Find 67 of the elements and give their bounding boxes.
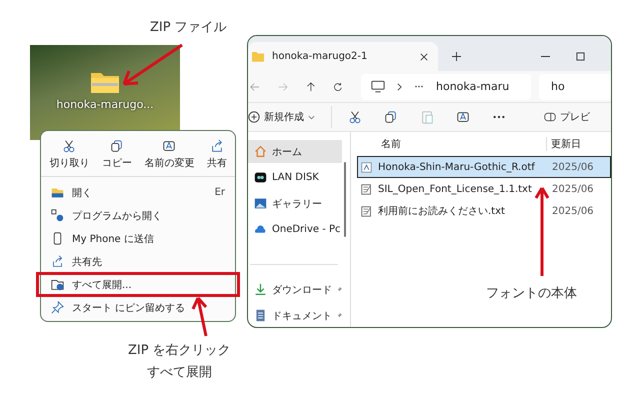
rename-icon xyxy=(162,139,176,153)
zip-folder-icon[interactable] xyxy=(90,70,120,94)
search-field[interactable]: ho xyxy=(539,74,611,100)
column-header[interactable]: 名前 xyxy=(357,137,546,151)
arrow xyxy=(122,44,184,86)
more-icon xyxy=(414,85,424,88)
text-file-icon xyxy=(361,184,372,194)
drive-icon xyxy=(254,171,267,184)
tab-title: honoka-marugo2-1 xyxy=(272,51,368,62)
annotation-text: ZIP ファイル xyxy=(150,19,227,36)
menu-action[interactable]: 切り取り xyxy=(47,137,92,172)
column-header[interactable]: 更新日 xyxy=(546,137,581,151)
annotation-text: ZIP を右クリック すべて展開 xyxy=(128,342,231,382)
new-tab-icon[interactable] xyxy=(452,52,461,61)
document-icon xyxy=(254,309,267,322)
share-icon xyxy=(210,139,224,153)
plus-circle-icon xyxy=(248,111,260,124)
annotation-text: フォントの本体 xyxy=(486,285,577,302)
file-row[interactable]: 利用前にお読みください.txt 2025/06 xyxy=(357,200,611,222)
menu-action[interactable]: コピー xyxy=(100,137,134,172)
monitor-icon xyxy=(371,80,385,94)
sidebar-item[interactable]: ギャラリー xyxy=(248,192,342,215)
arrow xyxy=(192,296,208,338)
rename-icon[interactable] xyxy=(456,110,470,124)
preview-button[interactable]: プレビ xyxy=(544,110,590,124)
folder-icon xyxy=(252,51,264,62)
new-button[interactable]: 新規作成 xyxy=(248,110,315,124)
download-icon xyxy=(254,283,267,296)
file-row[interactable]: SIL_Open_Font_License_1.1.txt 2025/06 xyxy=(357,178,611,200)
menu-item[interactable]: プログラムから開く xyxy=(41,204,235,227)
phone-icon xyxy=(51,232,64,245)
scissors-icon xyxy=(62,139,76,153)
scissors-icon[interactable] xyxy=(348,110,362,124)
sidebar-item[interactable]: ドキュメント xyxy=(248,304,342,327)
menu-item[interactable]: すべて展開... xyxy=(37,273,239,296)
menu-item[interactable]: My Phone に送信 xyxy=(41,227,235,250)
pin-icon xyxy=(51,301,64,314)
menu-item[interactable]: 共有先 xyxy=(41,250,235,273)
refresh-icon[interactable] xyxy=(333,80,343,93)
menu-action[interactable]: 共有 xyxy=(204,137,229,172)
sidebar-item[interactable]: ホーム xyxy=(248,140,342,163)
window-tab[interactable]: honoka-marugo2-1 xyxy=(248,42,438,71)
chevron-icon xyxy=(397,82,402,91)
address-bar[interactable]: honoka-maru xyxy=(361,74,531,100)
gallery-icon xyxy=(254,197,267,210)
sidebar-item[interactable]: ダウンロード xyxy=(248,278,342,301)
menu-item[interactable]: 開く Er xyxy=(41,181,235,204)
menu-action[interactable]: 名前の変更 xyxy=(142,137,196,172)
share-icon xyxy=(51,255,64,268)
font-file-icon xyxy=(361,162,372,172)
close-icon[interactable] xyxy=(420,52,428,60)
shortcut-text: Er xyxy=(214,187,225,198)
file-name[interactable]: honoka-marugo... xyxy=(56,98,154,111)
text-file-icon xyxy=(361,206,372,216)
maximize-icon[interactable] xyxy=(576,52,585,61)
sidebar-item[interactable]: LAN DISK xyxy=(248,166,342,189)
up-icon[interactable] xyxy=(306,80,316,93)
sidebar-item[interactable]: OneDrive - Pc xyxy=(248,218,342,241)
toggle-icon xyxy=(544,111,556,124)
folder-icon xyxy=(51,186,64,199)
file-row[interactable]: Honoka-Shin-Maru-Gothic_R.otf 2025/06 xyxy=(357,156,611,178)
caret-icon xyxy=(308,114,315,120)
home-icon xyxy=(254,145,267,158)
menu-item[interactable]: スタート にピン留めする xyxy=(41,296,235,319)
copy-icon[interactable] xyxy=(384,110,398,124)
cloud-icon xyxy=(254,223,267,236)
copy-icon xyxy=(110,139,124,153)
